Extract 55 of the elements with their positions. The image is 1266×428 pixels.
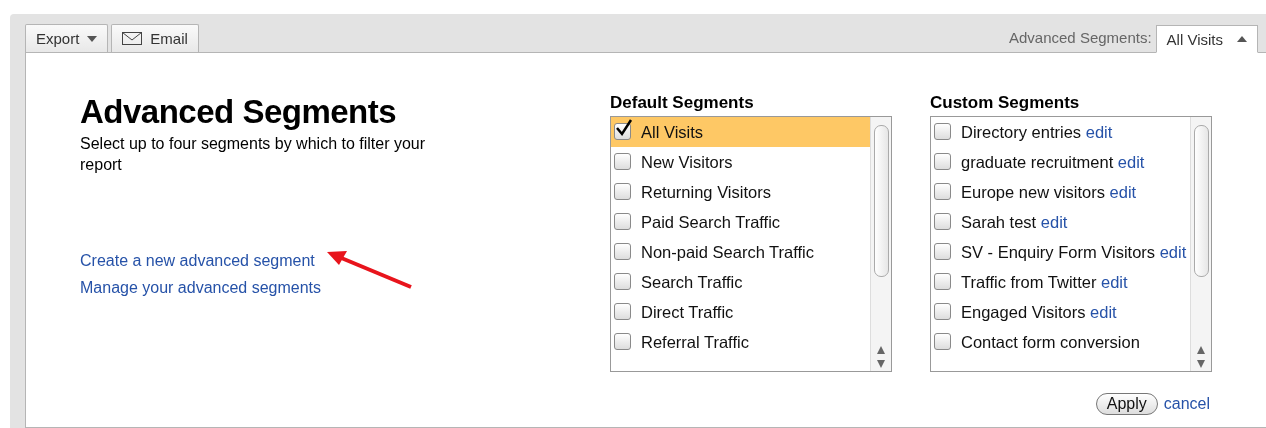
edit-link[interactable]: edit — [1117, 153, 1145, 171]
segment-option[interactable]: Directory entries edit — [931, 117, 1190, 147]
page-title: Advanced Segments — [80, 93, 398, 131]
segment-link[interactable]: Manage your advanced segments — [80, 274, 322, 301]
checkbox[interactable] — [934, 153, 951, 170]
caret-icon — [87, 35, 98, 42]
envelope-icon — [122, 32, 143, 45]
edit-link[interactable]: edit — [1040, 213, 1068, 231]
segment-option[interactable]: graduate recruitment edit — [931, 147, 1190, 177]
cancel-link[interactable]: cancel — [1163, 390, 1210, 417]
checkbox[interactable] — [614, 153, 631, 170]
segment-option[interactable]: Non-paid Search Traffic — [611, 237, 870, 267]
segment-option[interactable]: Europe new visitors edit — [931, 177, 1190, 207]
checkbox[interactable] — [614, 213, 631, 230]
checkbox[interactable] — [934, 333, 951, 350]
checkbox[interactable] — [614, 243, 631, 260]
edit-link[interactable]: edit — [1090, 303, 1117, 321]
scrollbar[interactable] — [870, 117, 891, 371]
list-heading: Default Segments — [610, 93, 755, 113]
edit-link[interactable]: edit — [1101, 273, 1128, 291]
segment-option[interactable]: Referral Traffic — [611, 327, 870, 357]
checkbox[interactable] — [614, 273, 631, 290]
checkbox[interactable] — [614, 333, 631, 350]
segment-option[interactable]: All Visits — [611, 117, 870, 147]
email-button[interactable]: Email — [111, 24, 199, 52]
checkbox[interactable] — [934, 303, 951, 320]
checkbox[interactable] — [614, 303, 631, 320]
segment-option[interactable]: Traffic from Twitter edit — [931, 267, 1190, 297]
segment-option[interactable]: Direct Traffic — [611, 297, 870, 327]
segments-label: Advanced Segments: — [1009, 29, 1152, 46]
checkbox[interactable] — [934, 213, 951, 230]
segment-option[interactable]: Contact form conversion — [931, 327, 1190, 357]
segment-option[interactable]: Search Traffic — [611, 267, 870, 297]
edit-link[interactable]: edit — [1109, 183, 1137, 201]
segment-option[interactable]: Paid Search Traffic — [611, 207, 870, 237]
list-heading: Custom Segments — [930, 93, 1081, 113]
segment-option[interactable]: Engaged Visitors edit — [931, 297, 1190, 327]
checkbox[interactable] — [934, 123, 951, 140]
export-button[interactable]: Export — [25, 24, 109, 52]
segment-link[interactable]: Create a new advanced segment — [80, 247, 322, 274]
apply-button[interactable]: Apply — [1095, 392, 1158, 415]
checkbox[interactable] — [934, 243, 951, 260]
checkbox[interactable] — [934, 183, 951, 200]
edit-link[interactable]: edit — [1159, 243, 1187, 261]
segment-option[interactable]: Sarah test edit — [931, 207, 1190, 237]
description: Select up to four segments by which to filter your report — [80, 134, 427, 175]
checkbox[interactable] — [614, 183, 631, 200]
scrollbar[interactable] — [1190, 117, 1211, 371]
caret-up-icon — [1237, 36, 1247, 42]
segment-option[interactable]: SV - Enquiry Form Visitors edit — [931, 237, 1190, 267]
edit-link[interactable]: edit — [1085, 123, 1113, 141]
segments-dropdown[interactable]: All Visits — [1155, 25, 1258, 53]
segment-option[interactable]: New Visitors — [611, 147, 870, 177]
checkbox[interactable] — [934, 273, 951, 290]
segment-option[interactable]: Returning Visitors — [611, 177, 870, 207]
